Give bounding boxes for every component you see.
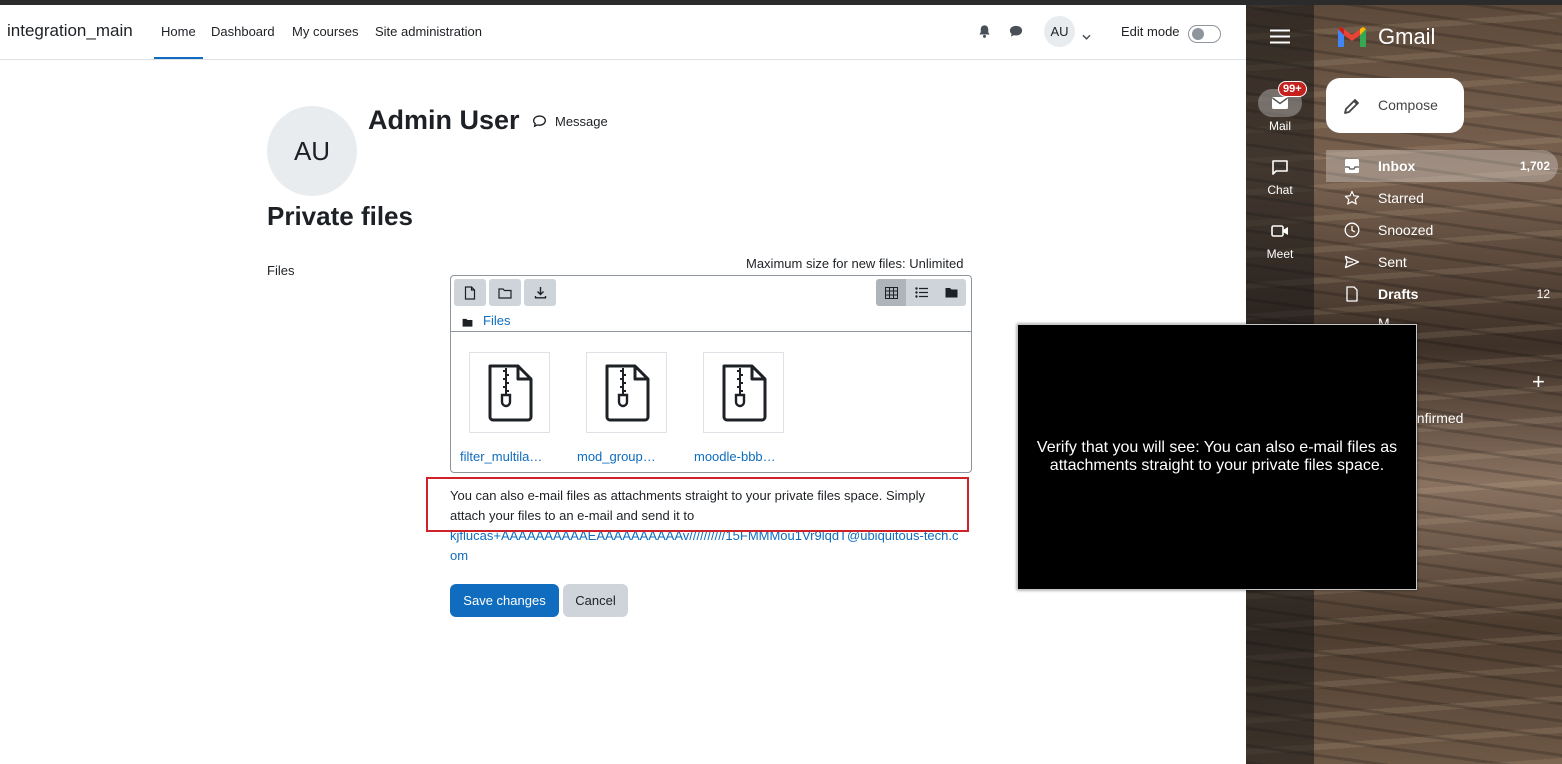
file-name-link[interactable]: filter_multila… [460,449,552,464]
folder-icon [462,314,473,332]
messages-bubble-icon[interactable] [1008,24,1024,40]
highlight-box [426,477,969,532]
divider [451,331,971,332]
user-menu-avatar[interactable]: AU [1044,16,1075,47]
notifications-bell-icon[interactable] [977,24,993,40]
nav-home[interactable]: Home [154,24,203,59]
profile-avatar: AU [267,106,357,196]
add-label-icon[interactable]: + [1532,369,1545,395]
file-name-link[interactable]: moodle-bbb… [694,449,786,464]
nav-dashboard[interactable]: Dashboard [211,24,275,39]
list-icon [914,287,928,298]
folder-label: Inbox [1378,158,1416,174]
message-bubble-icon[interactable] [532,114,547,134]
zip-file-icon [488,364,532,421]
view-list-button[interactable] [906,279,936,306]
file-icon [464,285,476,300]
file-tile[interactable] [586,352,667,433]
view-icons-button[interactable] [876,279,906,306]
star-icon [1344,190,1360,205]
page-title: Private files [267,201,413,231]
folder-icon [498,287,512,299]
send-icon [1344,255,1360,269]
clock-icon [1344,222,1360,238]
max-size-note: Maximum size for new files: Unlimited [746,256,964,271]
folder-snoozed[interactable]: Snoozed [1326,214,1558,246]
compose-label: Compose [1378,97,1438,113]
gmail-logo-icon[interactable] [1336,25,1368,54]
edit-mode-label: Edit mode [1121,24,1180,39]
compose-button[interactable]: Compose [1326,78,1464,133]
rail-chat[interactable]: Chat [1246,153,1314,197]
zip-file-icon [605,364,649,421]
edit-mode-toggle[interactable] [1188,25,1221,43]
nav-site-administration[interactable]: Site administration [375,24,482,39]
pencil-icon [1344,99,1359,114]
file-tile[interactable] [469,352,550,433]
rail-mail[interactable]: 99+ Mail [1246,81,1314,133]
site-brand[interactable]: integration_main [7,21,133,41]
view-tree-button[interactable] [936,279,966,306]
folder-label: Snoozed [1378,222,1434,238]
download-all-button[interactable] [524,279,556,306]
video-camera-icon [1271,225,1288,237]
zip-file-icon [722,364,766,421]
folder-inbox[interactable]: Inbox 1,702 [1326,150,1558,182]
download-icon [534,287,546,299]
mail-icon [1272,97,1288,109]
rail-meet[interactable]: Meet [1246,217,1314,261]
folder-label: Drafts [1378,286,1419,302]
profile-name: Admin User [368,105,520,135]
drafts-count: 12 [1536,287,1550,301]
chevron-down-icon[interactable] [1082,27,1091,45]
create-folder-button[interactable] [489,279,521,306]
email-address-link[interactable]: kjflucas+AAAAAAAAAAEAAAAAAAAAAv/////////… [450,526,960,566]
rail-meet-label: Meet [1266,247,1294,261]
rail-chat-label: Chat [1267,183,1293,197]
draft-file-icon [1346,286,1358,302]
grid-icon [884,286,898,299]
file-name-link[interactable]: mod_group… [577,449,669,464]
cancel-button[interactable]: Cancel [563,584,628,617]
navbar: integration_main Home Dashboard My cours… [0,5,1246,60]
verification-overlay: Verify that you will see: You can also e… [1017,324,1417,590]
verification-text: Verify that you will see: You can also e… [1036,439,1398,474]
nav-my-courses[interactable]: My courses [292,24,358,39]
chat-icon [1272,159,1288,175]
save-changes-button[interactable]: Save changes [450,584,559,617]
inbox-count: 1,702 [1519,159,1550,173]
message-button[interactable]: Message [555,114,608,129]
file-tile[interactable] [703,352,784,433]
folder-path-link[interactable]: Files [483,313,510,328]
rail-mail-label: Mail [1268,119,1291,133]
folder-label: Sent [1378,254,1407,270]
mail-unread-badge: 99+ [1278,81,1307,97]
folder-drafts[interactable]: Drafts 12 [1326,278,1558,310]
hamburger-menu-icon[interactable] [1270,29,1290,49]
gmail-logo-text[interactable]: Gmail [1378,24,1435,50]
file-manager: Files filter_multila… mod_group… moodle-… [450,275,972,473]
files-field-label: Files [267,263,295,278]
add-file-button[interactable] [454,279,486,306]
meet-pill [1258,217,1302,245]
folder-label: Starred [1378,190,1424,206]
label-confirmed-partial[interactable]: onfirmed [1409,410,1463,426]
inbox-icon [1345,159,1359,173]
folder-sent[interactable]: Sent [1326,246,1558,278]
folder-starred[interactable]: Starred [1326,182,1558,214]
chat-pill [1258,153,1302,181]
folder-tree-icon [945,288,957,298]
